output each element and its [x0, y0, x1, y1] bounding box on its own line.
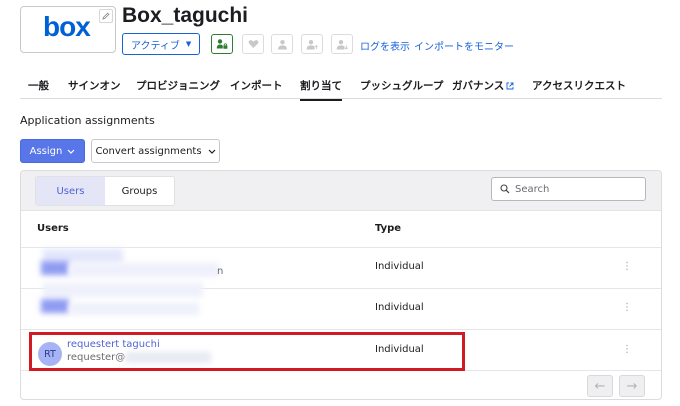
row-menu-icon[interactable]: ⋮: [621, 261, 633, 272]
section-title: Application assignments: [20, 114, 155, 127]
header-divider: [21, 247, 661, 248]
view-logs-link[interactable]: ログを表示: [360, 38, 410, 53]
row-type: Individual: [375, 261, 424, 272]
status-label: アクティブ: [131, 40, 180, 52]
tab-governance-label: ガバナンス: [452, 80, 505, 92]
user-button[interactable]: [271, 34, 293, 54]
tab-bar: 一般 サインオン プロビジョニング インポート 割り当て プッシュグループ ガバ…: [20, 72, 662, 101]
redacted-avatar: [41, 299, 69, 313]
search-placeholder: Search: [515, 183, 550, 195]
col-header-type: Type: [375, 223, 402, 234]
seg-groups[interactable]: Groups: [105, 177, 174, 205]
external-link-icon: [506, 82, 514, 90]
user-download-icon: [336, 39, 348, 50]
users-groups-toggle: Users Groups: [35, 176, 175, 206]
next-page-button[interactable]: →: [619, 375, 645, 397]
redacted-avatar: [41, 261, 69, 275]
assign-label: Assign: [29, 145, 63, 157]
prev-page-button[interactable]: ←: [587, 375, 613, 397]
edit-logo-button[interactable]: [99, 9, 113, 23]
tab-access-requests[interactable]: アクセスリクエスト: [532, 78, 626, 93]
table-toolbar: Users Groups Search: [21, 171, 661, 211]
caret-down-icon: ▼: [185, 40, 192, 48]
seg-users[interactable]: Users: [36, 177, 105, 205]
status-dropdown[interactable]: アクティブ ▼: [122, 33, 201, 55]
heart-button[interactable]: [242, 34, 264, 54]
user-icon: [277, 39, 287, 49]
user-email-fragment: n: [217, 266, 224, 277]
row-divider: [21, 329, 661, 330]
tab-general[interactable]: 一般: [28, 78, 49, 93]
tab-governance[interactable]: ガバナンス: [452, 78, 514, 93]
lock-user-button[interactable]: [211, 34, 233, 54]
pencil-icon: [102, 12, 110, 20]
user-upload-icon: [306, 39, 318, 49]
monitor-imports-link[interactable]: インポートをモニター: [414, 38, 514, 53]
row-menu-icon[interactable]: ⋮: [621, 344, 633, 355]
app-title: Box_taguchi: [122, 4, 249, 27]
lock-user-icon: [216, 39, 228, 49]
tab-push-groups[interactable]: プッシュグループ: [360, 78, 443, 93]
redacted-email: [69, 303, 199, 315]
tab-import[interactable]: インポート: [230, 78, 283, 93]
heart-icon: [248, 40, 258, 48]
assign-button[interactable]: Assign: [20, 139, 85, 163]
col-header-users: Users: [37, 223, 69, 234]
redacted-email: [69, 263, 219, 277]
chevron-down-icon: [67, 149, 75, 154]
search-icon: [500, 184, 510, 194]
convert-label: Convert assignments: [95, 145, 202, 157]
highlight-box: [29, 332, 465, 371]
user-download-button[interactable]: [331, 34, 353, 54]
tab-assignments[interactable]: 割り当て: [300, 78, 342, 101]
tab-provisioning[interactable]: プロビジョニング: [136, 78, 220, 93]
tab-sign-on[interactable]: サインオン: [68, 78, 121, 93]
search-input[interactable]: Search: [491, 177, 646, 201]
row-menu-icon[interactable]: ⋮: [621, 302, 633, 313]
convert-assignments-button[interactable]: Convert assignments: [91, 139, 220, 163]
user-upload-button[interactable]: [301, 34, 323, 54]
logo-text: box: [43, 11, 91, 42]
redacted-block: [43, 283, 203, 297]
row-type: Individual: [375, 302, 424, 313]
app-logo: box: [20, 6, 116, 53]
chevron-down-icon: [208, 149, 215, 154]
